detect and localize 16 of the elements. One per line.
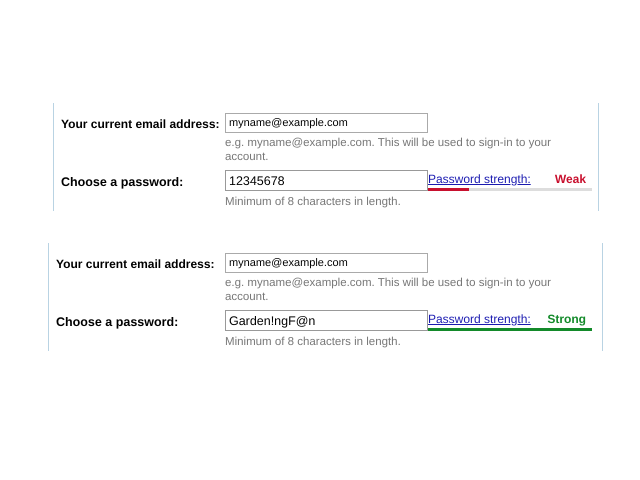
email-label: Your current email address: [60,116,220,133]
password-label: Choose a password: [55,314,180,331]
password-field[interactable]: 12345678 [225,170,428,191]
password-field[interactable]: Garden!ngF@n [225,310,428,331]
email-label: Your current email address: [55,256,216,273]
email-field[interactable]: myname@example.com [225,253,428,273]
password-hint: Minimum of 8 characters in length. [225,195,402,210]
password-strength-link[interactable]: Password strength: [428,310,531,328]
password-strength-link[interactable]: Password strength: [428,170,531,188]
strength-value: Strong [547,310,586,328]
email-field[interactable]: myname@example.com [225,113,428,133]
password-label: Choose a password: [60,174,184,191]
email-hint: e.g. myname@example.com. This will be used to sign-in to your account. [225,136,552,164]
email-hint: e.g. myname@example.com. This will be used to sign-in to your account. [225,276,552,304]
password-hint: Minimum of 8 characters in length. [225,335,402,350]
strength-value: Weak [554,170,586,188]
